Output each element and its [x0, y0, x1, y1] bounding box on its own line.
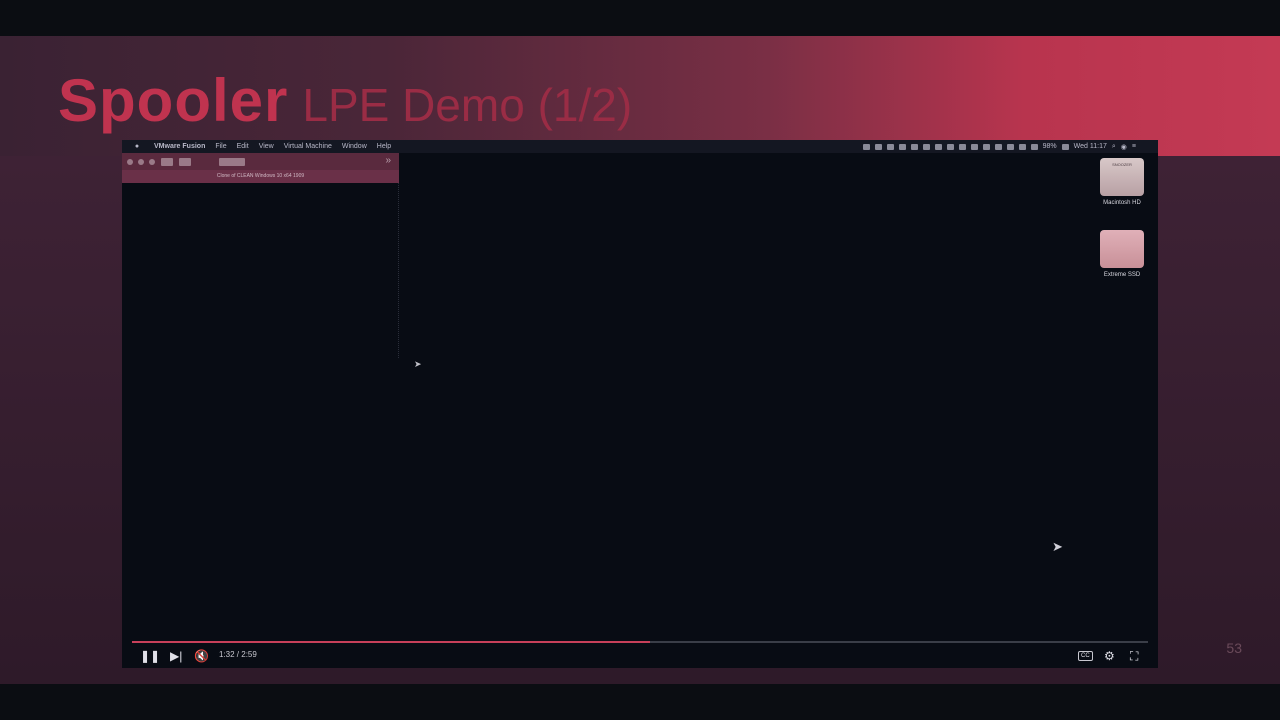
slide-title: Spooler LPE Demo (1/2) — [58, 66, 632, 135]
wifi-icon[interactable] — [1018, 143, 1026, 150]
status-icon[interactable] — [874, 143, 882, 150]
battery-percent: 98% — [1042, 143, 1057, 150]
desktop-icon-label: Extreme SSD — [1103, 272, 1141, 278]
next-icon[interactable]: ▶| — [170, 649, 182, 663]
drive-badge-text: SNOOZER — [1112, 162, 1132, 167]
menu-virtual-machine[interactable]: Virtual Machine — [284, 143, 332, 150]
battery-icon[interactable] — [1061, 143, 1069, 150]
desktop-icon-label: Macintosh HD — [1103, 200, 1141, 206]
mouse-cursor-icon: ➤ — [414, 359, 422, 369]
status-icon[interactable] — [994, 143, 1002, 150]
progress-fill — [132, 641, 651, 643]
captions-button[interactable]: CC — [1078, 651, 1093, 661]
video-player[interactable]: ● VMware Fusion File Edit View Virtual M… — [122, 140, 1158, 668]
menubar-clock[interactable]: Wed 11:17 — [1074, 143, 1107, 150]
desktop-icon-macintosh-hd[interactable]: SNOOZER Macintosh HD — [1092, 158, 1152, 206]
menu-help[interactable]: Help — [377, 143, 391, 150]
display-icon[interactable] — [1006, 143, 1014, 150]
status-icon[interactable] — [898, 143, 906, 150]
control-center-icon[interactable]: ◉ — [1121, 143, 1127, 151]
player-controls: ❚❚ ▶| 🔇 1:32 / 2:59 CC ⚙ ⛶ — [122, 646, 1158, 668]
menu-app[interactable]: VMware Fusion — [154, 143, 205, 150]
menu-edit[interactable]: Edit — [237, 143, 249, 150]
status-icon[interactable] — [946, 143, 954, 150]
chevron-right-icon[interactable]: » — [385, 155, 391, 166]
zoom-icon[interactable] — [149, 158, 155, 165]
status-icon[interactable] — [886, 143, 894, 150]
vm-window-title: Clone of CLEAN Windows 10 x64 1909 — [122, 170, 399, 183]
toolbar-button[interactable] — [179, 157, 191, 166]
desktop-icon-extreme-ssd[interactable]: Extreme SSD — [1092, 230, 1152, 278]
vm-window[interactable]: » Clone of CLEAN Windows 10 x64 1909 — [122, 153, 399, 183]
close-icon[interactable] — [127, 158, 133, 165]
menu-file[interactable]: File — [215, 143, 226, 150]
menu-list-icon[interactable]: ≡ — [1132, 143, 1136, 150]
hard-drive-icon: SNOOZER — [1100, 158, 1144, 196]
slide-number: 53 — [1226, 640, 1242, 656]
status-icon[interactable] — [970, 143, 978, 150]
toolbar-button[interactable] — [161, 157, 173, 166]
mac-menubar: ● VMware Fusion File Edit View Virtual M… — [122, 140, 1158, 153]
mouse-cursor-icon: ➤ — [1052, 539, 1063, 554]
apple-icon[interactable]: ● — [130, 143, 144, 150]
vm-toolbar — [122, 153, 399, 170]
status-icon[interactable] — [862, 143, 870, 150]
title-light: LPE Demo (1/2) — [302, 79, 633, 131]
muted-speaker-icon[interactable]: 🔇 — [194, 649, 209, 663]
pause-icon[interactable]: ❚❚ — [140, 649, 160, 663]
external-drive-icon — [1100, 230, 1144, 268]
status-area: 98% Wed 11:17 ⌕ ◉ ≡ — [862, 140, 1136, 153]
menu-view[interactable]: View — [259, 143, 274, 150]
status-icon[interactable] — [982, 143, 990, 150]
title-strong: Spooler — [58, 67, 289, 134]
status-icon[interactable] — [958, 143, 966, 150]
progress-bar[interactable] — [132, 641, 1148, 643]
status-icon[interactable] — [910, 143, 918, 150]
minimize-icon[interactable] — [138, 158, 144, 165]
gear-icon[interactable]: ⚙ — [1104, 649, 1115, 663]
volume-icon[interactable] — [1030, 143, 1038, 150]
status-icon[interactable] — [934, 143, 942, 150]
fullscreen-icon[interactable]: ⛶ — [1130, 649, 1138, 663]
spotlight-icon[interactable]: ⌕ — [1112, 143, 1116, 151]
menu-window[interactable]: Window — [342, 143, 367, 150]
status-icon[interactable] — [922, 143, 930, 150]
time-display: 1:32 / 2:59 — [219, 650, 257, 659]
vm-divider — [398, 183, 400, 358]
toolbar-button[interactable] — [219, 157, 245, 166]
